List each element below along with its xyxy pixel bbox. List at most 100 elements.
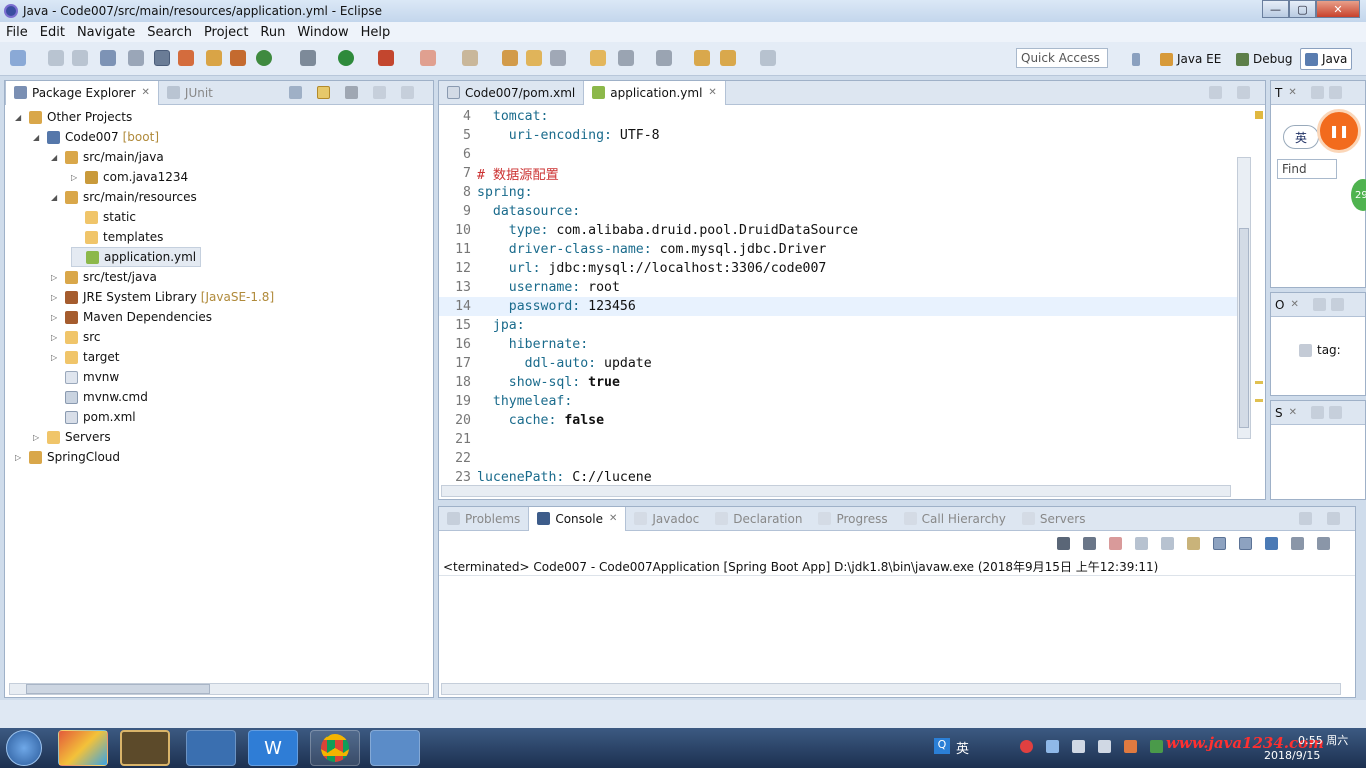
close-icon[interactable]: ✕ <box>1289 407 1297 418</box>
toggle-mark-icon[interactable] <box>154 50 170 66</box>
editor-horizontal-scrollbar[interactable] <box>441 485 1231 497</box>
refresh-icon[interactable] <box>256 50 272 66</box>
tab-application-yml[interactable]: application.yml ✕ <box>583 80 726 105</box>
tree-item-jre-library[interactable]: ▷ JRE System Library [JavaSE-1.8] <box>51 287 274 307</box>
horizontal-scrollbar[interactable] <box>9 683 429 695</box>
next-annotation-icon[interactable] <box>656 50 672 66</box>
scrollbar-thumb[interactable] <box>1239 228 1249 428</box>
taskbar-app-word[interactable]: W <box>248 730 298 766</box>
open-perspective-icon[interactable] <box>1128 48 1148 70</box>
scrollbar-thumb[interactable] <box>26 684 210 694</box>
tag-item[interactable]: tag: <box>1299 343 1341 357</box>
gear-icon[interactable] <box>300 50 316 66</box>
code-line[interactable]: 4 tomcat: <box>439 107 1239 126</box>
display-console-icon[interactable] <box>1291 537 1304 550</box>
editor-vertical-scrollbar[interactable] <box>1237 157 1251 439</box>
show-on-error-icon[interactable] <box>1239 537 1252 550</box>
maximize-editor-icon[interactable] <box>1237 86 1250 99</box>
tray-language[interactable]: 英 <box>956 738 969 757</box>
terminate-icon[interactable] <box>1109 537 1122 550</box>
menu-window[interactable]: Window <box>291 25 354 40</box>
view-menu-icon[interactable] <box>345 86 358 99</box>
maximize-view-icon[interactable] <box>1329 406 1343 419</box>
open-console-icon[interactable] <box>1317 537 1330 550</box>
taskbar-app-chrome[interactable] <box>310 730 360 766</box>
maximize-view-icon[interactable] <box>1330 298 1344 311</box>
tree-item-src[interactable]: ▷ src <box>51 327 101 347</box>
tree-item-src-main-java[interactable]: ◢ src/main/java <box>51 147 164 167</box>
taskbar-app-pinwheel[interactable] <box>58 730 108 766</box>
pause-recording-icon[interactable]: ❚❚ <box>1317 109 1361 153</box>
code-line[interactable]: 11 driver-class-name: com.mysql.jdbc.Dri… <box>439 240 1239 259</box>
open-folder-icon[interactable] <box>526 50 542 66</box>
open-type-icon[interactable] <box>502 50 518 66</box>
search-tool-icon[interactable] <box>462 50 478 66</box>
code-line[interactable]: 5 uri-encoding: UTF-8 <box>439 126 1239 145</box>
tab-package-explorer[interactable]: Package Explorer ✕ <box>5 80 159 105</box>
tab-progress[interactable]: Progress <box>810 507 895 531</box>
minimize-view-icon[interactable] <box>1311 406 1325 419</box>
remove-all-icon[interactable] <box>1083 537 1096 550</box>
task-icon[interactable] <box>590 50 606 66</box>
tree-item-src-test-java[interactable]: ▷ src/test/java <box>51 267 157 287</box>
tab-pom-xml[interactable]: Code007/pom.xml <box>439 81 583 105</box>
taskbar-app-eclipse[interactable] <box>120 730 170 766</box>
external-tools-icon[interactable] <box>378 50 394 66</box>
menu-help[interactable]: Help <box>355 25 397 40</box>
minimize-view-icon[interactable] <box>1312 298 1326 311</box>
tray-record-icon[interactable] <box>1020 740 1033 753</box>
close-icon[interactable]: ✕ <box>1288 87 1296 98</box>
perspective-java-ee[interactable]: Java EE <box>1156 48 1225 70</box>
remove-launch-icon[interactable] <box>1057 537 1070 550</box>
debug-config-icon[interactable] <box>178 50 194 66</box>
code-line[interactable]: 22 <box>439 449 1239 468</box>
scroll-lock-icon[interactable] <box>1161 537 1174 550</box>
tree-item-target[interactable]: ▷ target <box>51 347 120 367</box>
clear-console-icon[interactable] <box>1135 537 1148 550</box>
overview-marker[interactable] <box>1255 111 1263 119</box>
tree-item-static[interactable]: static <box>71 207 136 227</box>
tab-javadoc[interactable]: Javadoc <box>626 507 707 531</box>
pen-icon[interactable] <box>550 50 566 66</box>
ime-tray-icon[interactable]: Q <box>934 738 950 754</box>
pin-icon[interactable] <box>760 50 776 66</box>
close-icon[interactable]: ✕ <box>609 513 617 524</box>
tray-device-icon[interactable] <box>1098 740 1111 753</box>
save-icon[interactable] <box>48 50 64 66</box>
minimize-view-icon[interactable] <box>373 86 386 99</box>
menu-project[interactable]: Project <box>198 25 254 40</box>
close-button[interactable]: ✕ <box>1316 0 1360 18</box>
menu-search[interactable]: Search <box>141 25 198 40</box>
code-line[interactable]: 8 spring: <box>439 183 1239 202</box>
close-icon[interactable]: ✕ <box>708 87 716 98</box>
find-input[interactable]: Find <box>1277 159 1337 179</box>
console-horizontal-scrollbar[interactable] <box>441 683 1341 695</box>
menu-edit[interactable]: Edit <box>34 25 71 40</box>
run-icon[interactable] <box>338 50 354 66</box>
overview-marker[interactable] <box>1255 399 1263 402</box>
notification-badge[interactable]: 29 <box>1351 179 1366 211</box>
tab-problems[interactable]: Problems <box>439 507 528 531</box>
maximize-view-icon[interactable] <box>1327 512 1340 525</box>
tree-item-templates[interactable]: templates <box>71 227 163 247</box>
menu-navigate[interactable]: Navigate <box>71 25 141 40</box>
maximize-button[interactable]: ▢ <box>1289 0 1316 18</box>
code-line[interactable]: 15 jpa: <box>439 316 1239 335</box>
tree-item-other-projects[interactable]: ◢ Other Projects <box>15 107 132 127</box>
tray-cloud-icon[interactable] <box>1046 740 1059 753</box>
maximize-view-icon[interactable] <box>1328 86 1342 99</box>
tree-item-maven-dependencies[interactable]: ▷ Maven Dependencies <box>51 307 212 327</box>
code-line[interactable]: 21 <box>439 430 1239 449</box>
pin-console-icon[interactable] <box>1265 537 1278 550</box>
build-icon[interactable] <box>206 50 222 66</box>
code-line[interactable]: 10 type: com.alibaba.druid.pool.DruidDat… <box>439 221 1239 240</box>
perspective-java[interactable]: Java <box>1300 48 1353 70</box>
word-wrap-icon[interactable] <box>1187 537 1200 550</box>
tree-item-servers[interactable]: ▷ Servers <box>33 427 111 447</box>
save-all-icon[interactable] <box>72 50 88 66</box>
collapse-all-icon[interactable] <box>289 86 302 99</box>
tab-console[interactable]: Console ✕ <box>528 506 627 531</box>
forward-icon[interactable] <box>720 50 736 66</box>
new-icon[interactable] <box>10 50 26 66</box>
code-line[interactable]: 19 thymeleaf: <box>439 392 1239 411</box>
